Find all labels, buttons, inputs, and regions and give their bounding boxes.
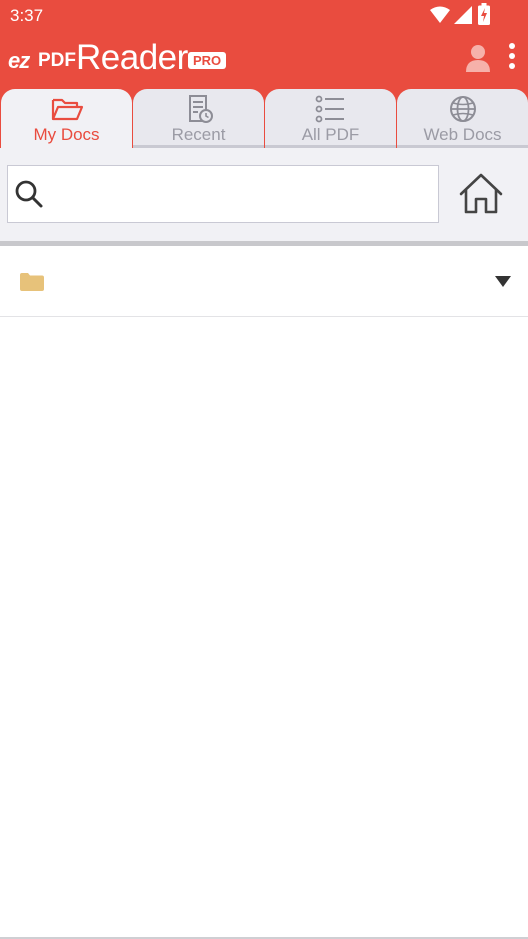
status-icons bbox=[430, 3, 520, 26]
signal-icon bbox=[454, 6, 472, 24]
logo-pdf: PDF bbox=[38, 50, 76, 71]
tab-label: All PDF bbox=[301, 125, 360, 144]
folder-path-row[interactable] bbox=[0, 246, 528, 317]
app-bar: ez PDF Reader PRO bbox=[0, 30, 528, 86]
tab-label: Recent bbox=[171, 125, 226, 144]
dropdown-arrow-icon[interactable] bbox=[495, 276, 511, 288]
status-time: 3:37 bbox=[10, 6, 44, 25]
battery-charging-icon bbox=[478, 3, 490, 25]
search-box[interactable] bbox=[7, 165, 439, 223]
document-clock-icon bbox=[188, 95, 213, 123]
tab-recent[interactable]: Recent bbox=[133, 89, 264, 148]
folder-icon bbox=[20, 273, 44, 291]
file-list bbox=[0, 317, 528, 937]
folder-open-icon bbox=[51, 98, 83, 121]
logo-reader: Reader bbox=[76, 38, 188, 77]
search-icon bbox=[15, 180, 43, 208]
tab-label: My Docs bbox=[33, 125, 100, 144]
home-button[interactable] bbox=[458, 172, 504, 216]
globe-icon bbox=[449, 96, 476, 122]
more-vert-icon bbox=[509, 43, 515, 69]
profile-button[interactable] bbox=[465, 44, 491, 72]
tab-bar: My Docs Recent All PDF Web Docs bbox=[0, 86, 528, 148]
tab-all-pdf[interactable]: All PDF bbox=[265, 89, 396, 148]
tab-my-docs[interactable]: My Docs bbox=[1, 89, 132, 148]
profile-icon bbox=[466, 45, 490, 72]
tab-web-docs[interactable]: Web Docs bbox=[397, 89, 528, 148]
logo-pro-badge: PRO bbox=[188, 52, 227, 69]
list-icon bbox=[315, 95, 344, 123]
logo-ez: ez bbox=[8, 48, 30, 73]
search-input[interactable] bbox=[52, 176, 436, 214]
tab-label: Web Docs bbox=[423, 125, 502, 144]
status-bar: 3:37 bbox=[0, 0, 528, 30]
more-options-button[interactable] bbox=[502, 42, 522, 72]
wifi-icon bbox=[430, 6, 450, 23]
home-icon bbox=[459, 173, 503, 214]
search-area bbox=[0, 148, 528, 241]
